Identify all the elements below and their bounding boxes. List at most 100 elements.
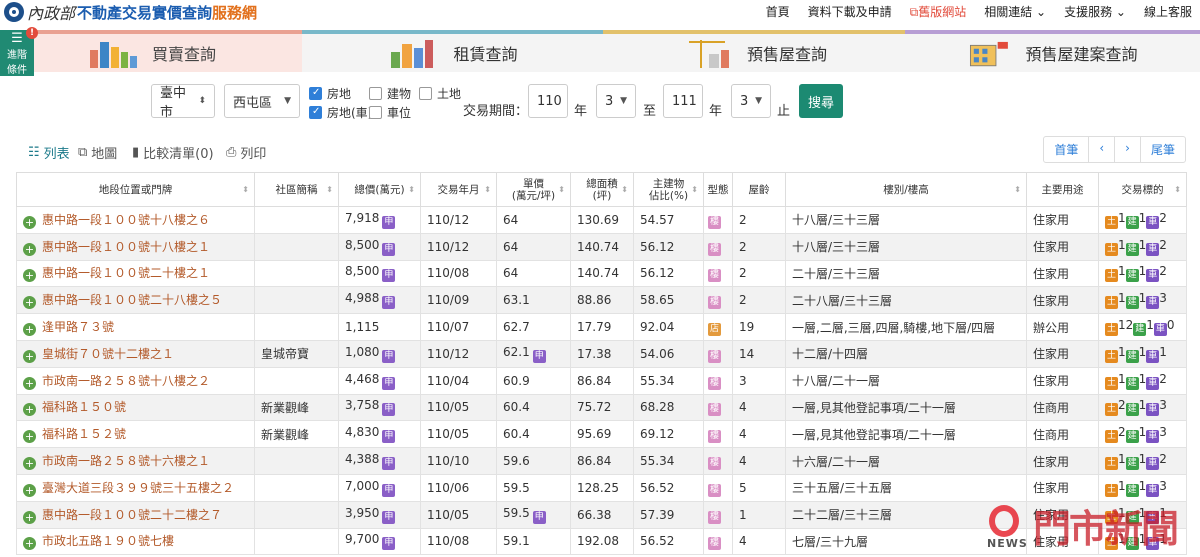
address-link[interactable]: 惠中路一段１００號十八樓之１ [42, 240, 210, 254]
address-link[interactable]: 皇城街７０號十二樓之１ [42, 347, 174, 361]
check-house-land-parking[interactable]: 房地(車) [309, 104, 372, 121]
column-header[interactable]: 主建物 佔比(%) ⬍ [633, 172, 704, 207]
expand-icon[interactable]: + [23, 430, 36, 444]
nav-support[interactable]: 支援服務 ⌄ [1064, 3, 1126, 20]
column-header[interactable]: 總面積 (坪) ⬍ [570, 172, 634, 207]
pager-next[interactable]: › [1115, 137, 1141, 162]
checkbox[interactable] [369, 106, 382, 119]
address-link[interactable]: 福科路１５０號 [42, 400, 126, 414]
table-row[interactable]: + 福科路１５２號 新業觀峰 4,830 申 110/05 60.4 95.69 69.12 樓 4… [16, 420, 1187, 449]
expand-icon[interactable]: + [23, 403, 36, 417]
expand-icon[interactable]: + [23, 296, 36, 310]
address-link[interactable]: 市政北五路１９０號七樓 [42, 534, 174, 548]
site-logo[interactable]: 內政部 不動產交易實價查詢 服務網 [4, 2, 257, 23]
column-header[interactable]: 地段位置或門牌 ⬍ [16, 172, 255, 207]
check-building[interactable]: 建物 [369, 85, 411, 102]
table-row[interactable]: + 惠中路一段１００號十八樓之１ 8,500 申 110/12 64 140.74 56.12… [16, 232, 1187, 261]
district-select[interactable]: 西屯區 ▼ [224, 84, 300, 118]
expand-icon[interactable]: + [23, 269, 36, 283]
to-year-input[interactable]: 111 [663, 84, 703, 118]
print-button[interactable]: ⎙ 列印 [226, 143, 266, 162]
address-link[interactable]: 惠中路一段１００號二十二樓之７ [42, 508, 222, 522]
column-header[interactable]: 交易標的 ⬍ [1098, 172, 1187, 207]
cell-address[interactable]: + 市政北五路１９０號七樓 [16, 527, 255, 556]
table-row[interactable]: + 福科路１５０號 新業觀峰 3,758 申 110/05 60.4 75.72 68.28 樓 4… [16, 393, 1187, 422]
column-header[interactable]: 屋齡 [732, 172, 786, 207]
address-link[interactable]: 臺灣大道三段３９９號三十五樓之２ [42, 481, 234, 495]
cell-address[interactable]: + 逢甲路７３號 [16, 313, 255, 341]
view-list-button[interactable]: ☷ 列表 [28, 143, 70, 162]
address-link[interactable]: 市政南一路２５８號十八樓之２ [42, 374, 210, 388]
tab-presale[interactable]: 預售屋查詢 [603, 30, 905, 72]
nav-home[interactable]: 首頁 [766, 3, 790, 20]
cell-address[interactable]: + 福科路１５２號 [16, 420, 255, 449]
table-row[interactable]: + 惠中路一段１００號二十八樓之５ 4,988 申 110/09 63.1 88.86 58.… [16, 286, 1187, 315]
nav-links[interactable]: 相關連結 ⌄ [984, 3, 1046, 20]
check-house-land[interactable]: 房地 [309, 85, 351, 102]
checkbox-checked[interactable] [309, 106, 322, 119]
column-header[interactable]: 交易年月 ⬍ [420, 172, 497, 207]
expand-icon[interactable]: + [23, 242, 36, 256]
expand-icon[interactable]: + [23, 483, 36, 497]
table-row[interactable]: + 市政南一路２５８號十八樓之２ 4,468 申 110/04 60.9 86.84 55.3… [16, 366, 1187, 395]
compare-list-button[interactable]: ▮ 比較清單(0) [132, 143, 214, 162]
search-button[interactable]: 搜尋 [799, 84, 843, 118]
column-header[interactable]: 單價 (萬元/坪) ⬍ [496, 172, 571, 207]
nav-download[interactable]: 資料下載及申請 [808, 3, 892, 20]
column-header[interactable]: 型態 [703, 172, 733, 207]
from-month-select[interactable]: 3 ▼ [596, 84, 636, 118]
address-link[interactable]: 惠中路一段１００號十八樓之６ [42, 213, 210, 227]
checkbox[interactable] [369, 87, 382, 100]
cell-address[interactable]: + 市政南一路２５８號十八樓之２ [16, 366, 255, 395]
from-year-input[interactable]: 110 [528, 84, 568, 118]
expand-icon[interactable]: + [23, 215, 36, 229]
address-link[interactable]: 逢甲路７３號 [42, 320, 114, 334]
tab-presale-project[interactable]: 預售屋建案查詢 [905, 30, 1200, 72]
tab-sale[interactable]: 買賣查詢 [0, 30, 302, 72]
expand-icon[interactable]: + [23, 323, 36, 337]
column-header[interactable]: 社區簡稱 ⬍ [254, 172, 339, 207]
checkbox[interactable] [419, 87, 432, 100]
check-land[interactable]: 土地 [419, 85, 461, 102]
to-month-select[interactable]: 3 ▼ [731, 84, 771, 118]
address-link[interactable]: 惠中路一段１００號二十八樓之５ [42, 293, 222, 307]
pager-last[interactable]: 尾筆 [1141, 137, 1185, 162]
pager-first[interactable]: 首筆 [1044, 137, 1090, 162]
advanced-filter-button[interactable]: ! ☰ 進階 條件 [0, 27, 38, 76]
table-row[interactable]: + 逢甲路７３號 1,115 110/07 62.7 17.79 92.04 店 19 一層,二層… [16, 313, 1187, 341]
cell-address[interactable]: + 惠中路一段１００號十八樓之１ [16, 232, 255, 261]
cell-address[interactable]: + 惠中路一段１００號十八樓之６ [16, 206, 255, 234]
view-map-button[interactable]: ⧉ 地圖 [78, 143, 117, 162]
table-row[interactable]: + 市政南一路２５８號十六樓之１ 4,388 申 110/10 59.6 86.84 55.3… [16, 447, 1187, 475]
table-row[interactable]: + 惠中路一段１００號十八樓之６ 7,918 申 110/12 64 130.69 54.57… [16, 206, 1187, 234]
expand-icon[interactable]: + [23, 537, 36, 551]
check-parking[interactable]: 車位 [369, 104, 411, 121]
nav-old-site[interactable]: ⧉舊版網站 [910, 3, 967, 20]
column-header[interactable]: 樓別/樓高 ⬍ [785, 172, 1027, 207]
cell-address[interactable]: + 皇城街７０號十二樓之１ [16, 339, 255, 368]
land-count: 12 [1118, 318, 1134, 333]
cell-address[interactable]: + 福科路１５０號 [16, 393, 255, 422]
column-header[interactable]: 主要用途 [1026, 172, 1099, 207]
address-link[interactable]: 福科路１５２號 [42, 427, 126, 441]
cell-address[interactable]: + 惠中路一段１００號二十二樓之７ [16, 500, 255, 529]
cell-address[interactable]: + 惠中路一段１００號二十八樓之５ [16, 286, 255, 315]
city-select[interactable]: 臺中市 ⬍ [151, 84, 215, 120]
address-link[interactable]: 市政南一路２５８號十六樓之１ [42, 454, 210, 468]
table-row[interactable]: + 臺灣大道三段３９９號三十五樓之２ 7,000 申 110/06 59.5 128.25 5… [16, 473, 1187, 502]
tab-rent[interactable]: 租賃查詢 [302, 30, 603, 72]
cell-address[interactable]: + 惠中路一段１００號二十樓之１ [16, 259, 255, 288]
table-row[interactable]: + 惠中路一段１００號二十樓之１ 8,500 申 110/08 64 140.74 56.12… [16, 259, 1187, 288]
expand-icon[interactable]: + [23, 376, 36, 390]
expand-icon[interactable]: + [23, 510, 36, 524]
nav-service[interactable]: 線上客服 [1144, 3, 1192, 20]
cell-address[interactable]: + 市政南一路２５８號十六樓之１ [16, 447, 255, 475]
table-row[interactable]: + 皇城街７０號十二樓之１ 皇城帝寶 1,080 申 110/12 62.1 申 17.38 54… [16, 339, 1187, 368]
expand-icon[interactable]: + [23, 349, 36, 363]
address-link[interactable]: 惠中路一段１００號二十樓之１ [42, 266, 210, 280]
expand-icon[interactable]: + [23, 457, 36, 471]
cell-address[interactable]: + 臺灣大道三段３９９號三十五樓之２ [16, 473, 255, 502]
pager-prev[interactable]: ‹ [1089, 137, 1116, 162]
column-header[interactable]: 總價(萬元) ⬍ [338, 172, 421, 207]
checkbox-checked[interactable] [309, 87, 322, 100]
